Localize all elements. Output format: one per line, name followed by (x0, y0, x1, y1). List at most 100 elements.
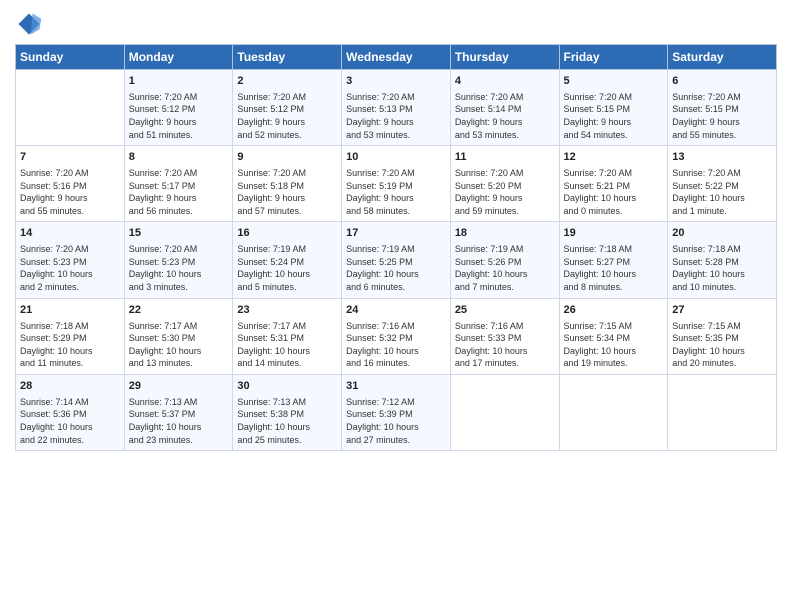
day-cell: 20Sunrise: 7:18 AM Sunset: 5:28 PM Dayli… (668, 222, 777, 298)
day-cell: 3 Sunrise: 7:20 AM Sunset: 5:13 PM Daylig… (342, 70, 451, 146)
day-cell: 11 Sunrise: 7:20 AM Sunset: 5:20 PM Dayli… (450, 146, 559, 222)
col-header-thursday: Thursday (450, 45, 559, 70)
day-info: Sunrise: 7:18 AM Sunset: 5:27 PM Dayligh… (564, 243, 664, 293)
day-info: Sunrise: 7:19 AM Sunset: 5:24 PM Dayligh… (237, 243, 337, 293)
day-info: Sunrise: 7:20 AM Sunset: 5:18 PM Dayligh… (237, 167, 337, 217)
day-cell: 15 Sunrise: 7:20 AM Sunset: 5:23 PM Dayli… (124, 222, 233, 298)
day-number: 1 (129, 74, 229, 89)
day-number: 13 (672, 150, 772, 165)
day-cell: 4Sunrise: 7:20 AM Sunset: 5:14 PM Daylig… (450, 70, 559, 146)
calendar-table: SundayMondayTuesdayWednesdayThursdayFrid… (15, 44, 777, 451)
week-row-5: 28Sunrise: 7:14 AM Sunset: 5:36 PM Dayli… (16, 374, 777, 450)
day-info: Sunrise: 7:20 AM Sunset: 5:23 PM Dayligh… (129, 243, 229, 293)
day-number: 12 (564, 150, 664, 165)
day-number: 25 (455, 303, 555, 318)
day-info: Sunrise: 7:12 AM Sunset: 5:39 PM Dayligh… (346, 396, 446, 446)
day-info: Sunrise: 7:17 AM Sunset: 5:31 PM Dayligh… (237, 320, 337, 370)
day-cell: 2 Sunrise: 7:20 AM Sunset: 5:12 PM Daylig… (233, 70, 342, 146)
day-number: 5 (564, 74, 664, 89)
day-cell: 23 Sunrise: 7:17 AM Sunset: 5:31 PM Dayli… (233, 298, 342, 374)
day-number: 20 (672, 226, 772, 241)
day-info: Sunrise: 7:20 AM Sunset: 5:13 PM Dayligh… (346, 91, 446, 141)
day-cell (16, 70, 125, 146)
day-cell: 8Sunrise: 7:20 AM Sunset: 5:17 PM Daylig… (124, 146, 233, 222)
day-cell: 26 Sunrise: 7:15 AM Sunset: 5:34 PM Dayli… (559, 298, 668, 374)
day-cell: 1 Sunrise: 7:20 AM Sunset: 5:12 PM Daylig… (124, 70, 233, 146)
day-info: Sunrise: 7:14 AM Sunset: 5:36 PM Dayligh… (20, 396, 120, 446)
day-cell: 31 Sunrise: 7:12 AM Sunset: 5:39 PM Dayli… (342, 374, 451, 450)
day-info: Sunrise: 7:18 AM Sunset: 5:29 PM Dayligh… (20, 320, 120, 370)
day-info: Sunrise: 7:15 AM Sunset: 5:34 PM Dayligh… (564, 320, 664, 370)
day-info: Sunrise: 7:20 AM Sunset: 5:12 PM Dayligh… (237, 91, 337, 141)
day-info: Sunrise: 7:16 AM Sunset: 5:32 PM Dayligh… (346, 320, 446, 370)
day-cell: 29 Sunrise: 7:13 AM Sunset: 5:37 PM Dayli… (124, 374, 233, 450)
day-cell: 13 Sunrise: 7:20 AM Sunset: 5:22 PM Dayli… (668, 146, 777, 222)
day-info: Sunrise: 7:20 AM Sunset: 5:23 PM Dayligh… (20, 243, 120, 293)
day-number: 16 (237, 226, 337, 241)
col-header-sunday: Sunday (16, 45, 125, 70)
day-number: 6 (672, 74, 772, 89)
day-number: 29 (129, 379, 229, 394)
day-number: 19 (564, 226, 664, 241)
day-cell: 28Sunrise: 7:14 AM Sunset: 5:36 PM Dayli… (16, 374, 125, 450)
col-header-saturday: Saturday (668, 45, 777, 70)
day-number: 7 (20, 150, 120, 165)
day-cell: 14Sunrise: 7:20 AM Sunset: 5:23 PM Dayli… (16, 222, 125, 298)
day-cell: 27 Sunrise: 7:15 AM Sunset: 5:35 PM Dayli… (668, 298, 777, 374)
day-number: 31 (346, 379, 446, 394)
week-row-2: 7 Sunrise: 7:20 AM Sunset: 5:16 PM Daylig… (16, 146, 777, 222)
day-info: Sunrise: 7:17 AM Sunset: 5:30 PM Dayligh… (129, 320, 229, 370)
day-info: Sunrise: 7:20 AM Sunset: 5:16 PM Dayligh… (20, 167, 120, 217)
day-number: 23 (237, 303, 337, 318)
day-number: 9 (237, 150, 337, 165)
day-number: 15 (129, 226, 229, 241)
day-cell (559, 374, 668, 450)
day-info: Sunrise: 7:16 AM Sunset: 5:33 PM Dayligh… (455, 320, 555, 370)
day-number: 11 (455, 150, 555, 165)
day-info: Sunrise: 7:20 AM Sunset: 5:15 PM Dayligh… (672, 91, 772, 141)
day-cell: 9 Sunrise: 7:20 AM Sunset: 5:18 PM Daylig… (233, 146, 342, 222)
day-number: 24 (346, 303, 446, 318)
day-info: Sunrise: 7:20 AM Sunset: 5:20 PM Dayligh… (455, 167, 555, 217)
day-cell (668, 374, 777, 450)
header-row: SundayMondayTuesdayWednesdayThursdayFrid… (16, 45, 777, 70)
day-info: Sunrise: 7:20 AM Sunset: 5:22 PM Dayligh… (672, 167, 772, 217)
day-cell: 18 Sunrise: 7:19 AM Sunset: 5:26 PM Dayli… (450, 222, 559, 298)
day-info: Sunrise: 7:19 AM Sunset: 5:26 PM Dayligh… (455, 243, 555, 293)
week-row-4: 21Sunrise: 7:18 AM Sunset: 5:29 PM Dayli… (16, 298, 777, 374)
day-number: 18 (455, 226, 555, 241)
day-cell: 12 Sunrise: 7:20 AM Sunset: 5:21 PM Dayli… (559, 146, 668, 222)
day-info: Sunrise: 7:13 AM Sunset: 5:37 PM Dayligh… (129, 396, 229, 446)
day-cell: 6 Sunrise: 7:20 AM Sunset: 5:15 PM Daylig… (668, 70, 777, 146)
col-header-wednesday: Wednesday (342, 45, 451, 70)
header (15, 10, 777, 38)
day-number: 27 (672, 303, 772, 318)
col-header-friday: Friday (559, 45, 668, 70)
day-cell: 7 Sunrise: 7:20 AM Sunset: 5:16 PM Daylig… (16, 146, 125, 222)
day-cell (450, 374, 559, 450)
day-info: Sunrise: 7:20 AM Sunset: 5:19 PM Dayligh… (346, 167, 446, 217)
day-info: Sunrise: 7:20 AM Sunset: 5:12 PM Dayligh… (129, 91, 229, 141)
day-info: Sunrise: 7:13 AM Sunset: 5:38 PM Dayligh… (237, 396, 337, 446)
week-row-3: 14Sunrise: 7:20 AM Sunset: 5:23 PM Dayli… (16, 222, 777, 298)
day-info: Sunrise: 7:20 AM Sunset: 5:15 PM Dayligh… (564, 91, 664, 141)
day-number: 10 (346, 150, 446, 165)
day-info: Sunrise: 7:15 AM Sunset: 5:35 PM Dayligh… (672, 320, 772, 370)
day-cell: 24 Sunrise: 7:16 AM Sunset: 5:32 PM Dayli… (342, 298, 451, 374)
day-cell: 19 Sunrise: 7:18 AM Sunset: 5:27 PM Dayli… (559, 222, 668, 298)
col-header-monday: Monday (124, 45, 233, 70)
day-number: 4 (455, 74, 555, 89)
day-number: 3 (346, 74, 446, 89)
day-cell: 17Sunrise: 7:19 AM Sunset: 5:25 PM Dayli… (342, 222, 451, 298)
logo (15, 10, 47, 38)
col-header-tuesday: Tuesday (233, 45, 342, 70)
day-number: 17 (346, 226, 446, 241)
day-number: 26 (564, 303, 664, 318)
logo-icon (15, 10, 43, 38)
day-cell: 30Sunrise: 7:13 AM Sunset: 5:38 PM Dayli… (233, 374, 342, 450)
day-number: 22 (129, 303, 229, 318)
week-row-1: 1 Sunrise: 7:20 AM Sunset: 5:12 PM Daylig… (16, 70, 777, 146)
day-number: 2 (237, 74, 337, 89)
day-info: Sunrise: 7:20 AM Sunset: 5:21 PM Dayligh… (564, 167, 664, 217)
day-cell: 10 Sunrise: 7:20 AM Sunset: 5:19 PM Dayli… (342, 146, 451, 222)
